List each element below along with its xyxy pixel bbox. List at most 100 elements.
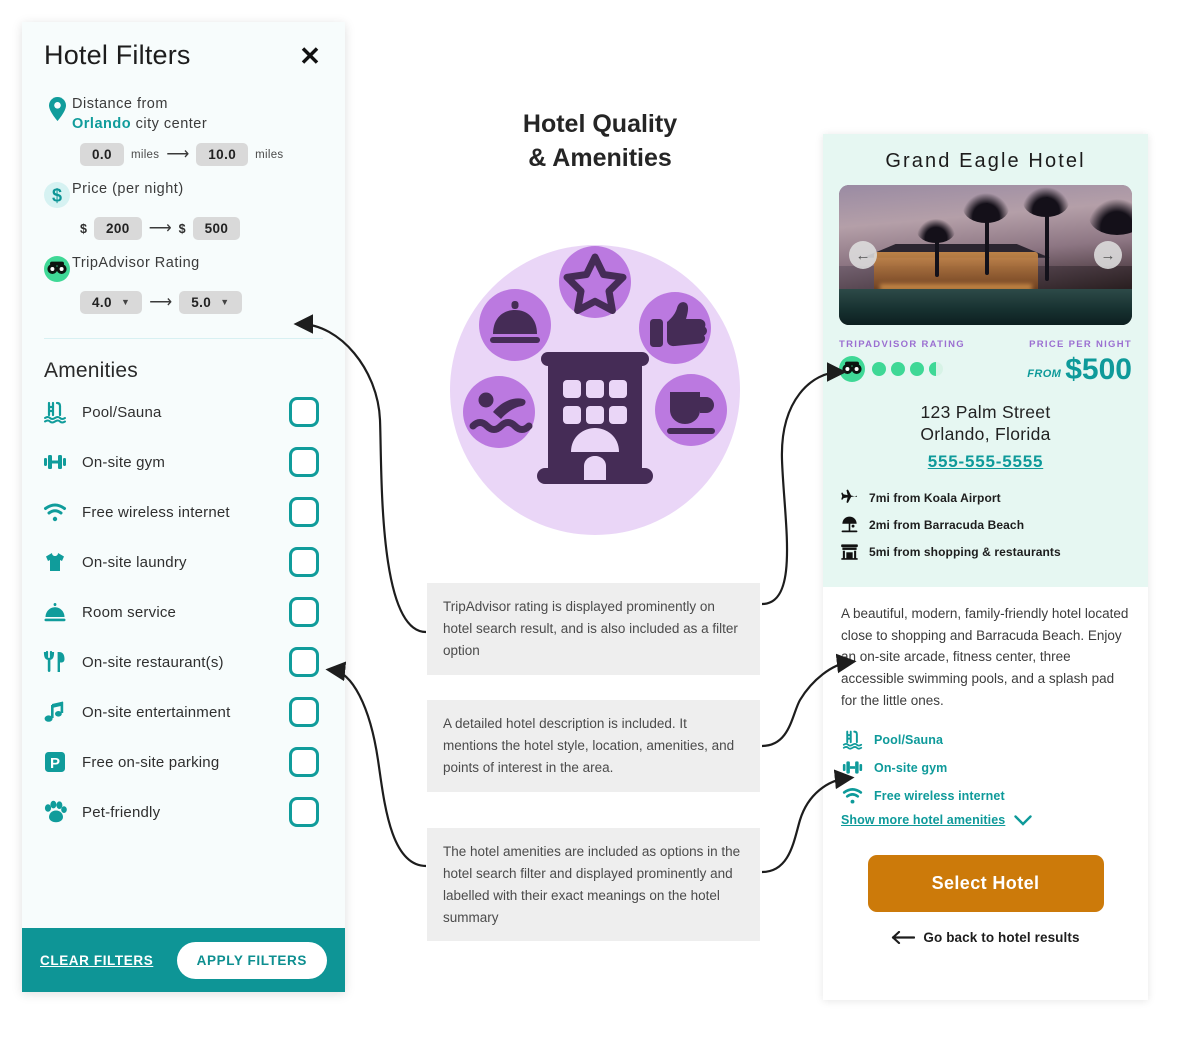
hotel-phone-link[interactable]: 555-555-5555	[839, 452, 1132, 472]
amenity-row[interactable]: Free wireless internet	[42, 487, 325, 537]
amenity-checkbox[interactable]	[289, 397, 319, 428]
rating-min-select[interactable]: 4.0 ▼	[80, 291, 143, 315]
amenity-left: Pet-friendly	[42, 800, 160, 824]
pool-ladder-icon	[841, 729, 863, 750]
clear-filters-button[interactable]: CLEAR FILTERS	[40, 953, 153, 968]
amenity-checkbox[interactable]	[289, 697, 319, 728]
distance-min-input[interactable]: 0.0	[80, 143, 124, 167]
select-hotel-button[interactable]: Select Hotel	[867, 855, 1104, 913]
amenity-row[interactable]: Pool/Sauna	[42, 387, 325, 437]
music-note-icon	[42, 700, 68, 724]
photo-pool	[839, 288, 1132, 325]
photo-prev-button[interactable]: ←	[849, 241, 877, 269]
amenity-checkbox[interactable]	[289, 797, 319, 828]
amenity-label: Free wireless internet	[82, 503, 230, 521]
price-block: PRICE PER NIGHT FROM $500	[1027, 339, 1132, 385]
price-amount: $500	[1065, 353, 1132, 386]
amenity-checkbox[interactable]	[289, 747, 319, 778]
amenity-row[interactable]: On-site laundry	[42, 537, 325, 587]
show-more-label: Show more hotel amenities	[841, 813, 1006, 828]
amenity-left: On-site entertainment	[42, 700, 230, 724]
point-of-interest-text: 5mi from shopping & restaurants	[869, 544, 1061, 559]
filter-rating-label: TripAdvisor Rating	[72, 255, 200, 272]
price-label: PRICE PER NIGHT	[1029, 339, 1132, 350]
amenity-row[interactable]: Pet-friendly	[42, 787, 325, 837]
shop-stall-icon	[839, 542, 859, 561]
price-min-input[interactable]: 200	[93, 217, 142, 241]
go-back-link[interactable]: Go back to hotel results	[841, 930, 1130, 945]
filter-rating: TripAdvisor Rating	[42, 254, 325, 283]
amenity-row[interactable]: On-site restaurant(s)	[42, 637, 325, 687]
hotel-card-amenities-list: Pool/Sauna On-site gym Free wireless int…	[841, 729, 1130, 806]
photo-palm-crown	[917, 219, 955, 243]
address-line2: Orlando, Florida	[920, 423, 1051, 444]
apply-filters-button[interactable]: APPLY FILTERS	[176, 941, 327, 979]
distance-label-line1: Distance from	[72, 96, 168, 112]
point-of-interest-text: 2mi from Barracuda Beach	[869, 517, 1025, 532]
rating-max-select[interactable]: 5.0 ▼	[179, 291, 242, 315]
chevron-down-icon	[1014, 815, 1033, 826]
price-max-input[interactable]: 500	[192, 217, 241, 241]
amenity-checkbox[interactable]	[289, 447, 319, 478]
amenity-checkbox[interactable]	[289, 497, 319, 528]
photo-palm-crown	[1023, 187, 1069, 217]
rating-dots	[872, 362, 943, 376]
amenity-row[interactable]: On-site entertainment	[42, 687, 325, 737]
photo-next-button[interactable]: →	[1094, 241, 1122, 269]
points-of-interest-list: 7mi from Koala Airport 2mi from Barracud…	[839, 488, 1132, 561]
rating-dot-full	[891, 362, 905, 376]
tripadvisor-owl-icon	[839, 356, 865, 382]
amenity-left: On-site restaurant(s)	[42, 650, 224, 674]
go-back-label: Go back to hotel results	[923, 930, 1080, 946]
hotel-card-amenity-label: On-site gym	[874, 760, 948, 775]
amenity-row[interactable]: P Free on-site parking	[42, 737, 325, 787]
arrow-left-long-icon	[892, 931, 916, 945]
amenity-left: Room service	[42, 600, 176, 624]
rating-block: TRIPADVISOR RATING	[839, 339, 965, 382]
filter-distance: Distance from Orlando city center	[42, 95, 325, 134]
distance-min-unit: miles	[130, 148, 160, 161]
filters-header: Hotel Filters ✕	[22, 22, 345, 77]
amenity-label: Pet-friendly	[82, 803, 161, 821]
hotel-filters-panel: Hotel Filters ✕ Distance from Orlando ci…	[22, 22, 345, 992]
rating-max-value: 5.0	[191, 295, 212, 311]
amenity-label: Pool/Sauna	[82, 403, 162, 421]
hotel-address: 123 Palm Street Orlando, Florida	[839, 401, 1132, 446]
parking-p-icon: P	[42, 750, 68, 774]
map-pin-icon	[42, 95, 72, 121]
airplane-icon	[839, 488, 859, 507]
chevron-down-icon: ▼	[220, 297, 230, 308]
range-arrow-icon: ⟶	[166, 145, 190, 163]
amenity-checkbox[interactable]	[289, 647, 319, 678]
amenity-row[interactable]: On-site gym	[42, 437, 325, 487]
chevron-down-icon: ▼	[120, 297, 131, 308]
dumbbell-icon	[42, 450, 68, 474]
hotel-card-amenity-row: Pool/Sauna	[841, 729, 1130, 750]
show-more-amenities[interactable]: Show more hotel amenities	[841, 813, 1130, 827]
hotel-name: Grand Eagle Hotel	[885, 150, 1086, 172]
distance-range-controls: 0.0 miles ⟶ 10.0 miles	[80, 143, 325, 167]
tshirt-icon	[42, 550, 68, 574]
distance-max-unit: miles	[255, 148, 284, 161]
amenity-row[interactable]: Room service	[42, 587, 325, 637]
distance-label-suffix: city center	[131, 115, 208, 132]
distance-max-input[interactable]: 10.0	[196, 143, 249, 167]
tripadvisor-owl-icon	[42, 254, 72, 283]
hotel-card-bottom: A beautiful, modern, family-friendly hot…	[823, 587, 1148, 963]
hotel-card-top: Grand Eagle Hotel ← → TRIPADVISOR RATING…	[823, 134, 1148, 588]
filters-body: Distance from Orlando city center 0.0 mi…	[22, 77, 345, 837]
rating-dot-half	[929, 362, 943, 376]
paw-print-icon	[42, 800, 68, 824]
close-icon[interactable]: ✕	[297, 43, 323, 69]
price-range-controls: $ 200 ⟶ $ 500	[80, 217, 325, 241]
amenity-label: On-site entertainment	[82, 703, 231, 721]
diagram-title-line2: & Amenities	[528, 143, 672, 172]
address-line1: 123 Palm Street	[920, 401, 1051, 422]
amenity-label: Room service	[82, 603, 177, 621]
rating-range-arrow-icon: ⟶	[149, 293, 173, 311]
amenities-list: Pool/Sauna On-site gym Free wireless int…	[42, 387, 325, 837]
wifi-icon	[42, 500, 68, 524]
callout-description: A detailed hotel description is included…	[427, 700, 760, 792]
amenity-checkbox[interactable]	[289, 547, 319, 578]
amenity-checkbox[interactable]	[289, 597, 319, 628]
